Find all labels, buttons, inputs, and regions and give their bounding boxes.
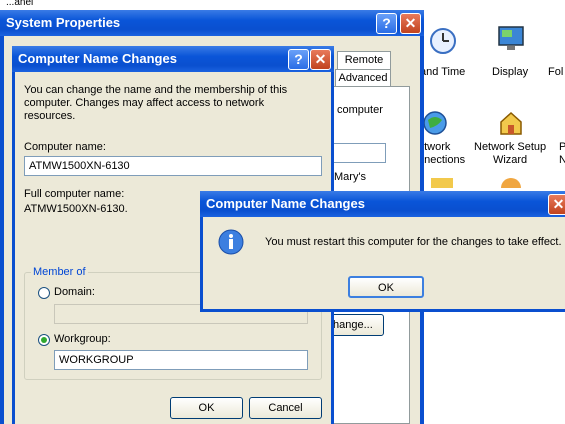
network-connections-label-line2: nnections xyxy=(418,154,466,166)
dialog-help-button[interactable]: ? xyxy=(288,49,309,70)
ok-button[interactable]: OK xyxy=(170,397,243,419)
dialog-close-button[interactable]: ✕ xyxy=(310,49,331,70)
help-button[interactable]: ? xyxy=(376,13,397,34)
message-dialog-titlebar[interactable]: Computer Name Changes ✕ xyxy=(200,191,565,217)
computer-description-fragment: computer xyxy=(337,104,383,116)
description-text: You can change the name and the membersh… xyxy=(24,84,288,122)
network-connections-icon[interactable] xyxy=(420,108,450,138)
workgroup-radio-selected-dot xyxy=(41,337,47,343)
network-setup-wizard-label[interactable]: Network Setup Wizard xyxy=(474,141,546,167)
domain-radio[interactable] xyxy=(38,287,50,299)
full-computer-name-value: ATMW1500XN-6130. xyxy=(24,203,128,215)
date-time-icon[interactable] xyxy=(428,26,458,56)
network-connections-label-line1: etwork xyxy=(418,141,451,153)
network-setup-wizard-icon[interactable] xyxy=(496,108,526,138)
network-setup-wizard-label-line2: Wizard xyxy=(492,154,528,166)
info-icon xyxy=(218,229,244,255)
message-dialog-title: Computer Name Changes xyxy=(206,196,365,211)
domain-label: Domain: xyxy=(54,286,95,298)
control-panel-top-strip xyxy=(0,0,565,10)
computer-name-changes-title: Computer Name Changes xyxy=(18,51,177,66)
message-dialog-close-button[interactable]: ✕ xyxy=(548,194,565,215)
close-button[interactable]: ✕ xyxy=(400,13,421,34)
workgroup-input[interactable] xyxy=(54,350,308,370)
partial-yellow-icon xyxy=(431,178,453,188)
network-connections-label[interactable]: etwork nnections xyxy=(418,141,465,167)
partial-orange-icon xyxy=(501,178,521,188)
network-setup-wizard-label-line1: Network Setup xyxy=(474,141,547,153)
display-icon[interactable] xyxy=(496,24,526,54)
message-text: You must restart this computer for the c… xyxy=(265,236,562,248)
cancel-button[interactable]: Cancel xyxy=(249,397,322,419)
partial-icon-label-line1: P xyxy=(559,141,565,153)
partial-icon-label-line2: N xyxy=(559,154,565,166)
tab-remote[interactable]: Remote xyxy=(337,51,391,69)
folder-options-label[interactable]: Fol xyxy=(548,66,563,79)
change-button[interactable]: hange... xyxy=(326,314,384,336)
control-panel-title-fragment: ...anel xyxy=(6,0,34,8)
message-ok-button[interactable]: OK xyxy=(348,276,424,298)
owner-name-fragment: Mary's xyxy=(334,171,367,183)
computer-name-changes-titlebar[interactable]: Computer Name Changes ? ✕ xyxy=(12,46,334,72)
system-properties-title: System Properties xyxy=(6,15,121,30)
system-properties-titlebar[interactable]: System Properties ? ✕ xyxy=(0,10,424,36)
computer-description-input[interactable] xyxy=(332,143,386,163)
display-label[interactable]: Display xyxy=(492,66,528,79)
full-computer-name-label: Full computer name: xyxy=(24,188,125,200)
computer-name-input[interactable] xyxy=(24,156,322,176)
tab-advanced[interactable]: Advanced xyxy=(335,69,391,87)
workgroup-radio[interactable] xyxy=(38,334,50,346)
computer-name-label: Computer name: xyxy=(24,141,106,153)
date-time-label[interactable]: and Time xyxy=(420,66,465,79)
member-of-label: Member of xyxy=(31,266,88,278)
workgroup-label: Workgroup: xyxy=(54,333,111,345)
partial-icon-label[interactable]: P N xyxy=(559,141,565,167)
